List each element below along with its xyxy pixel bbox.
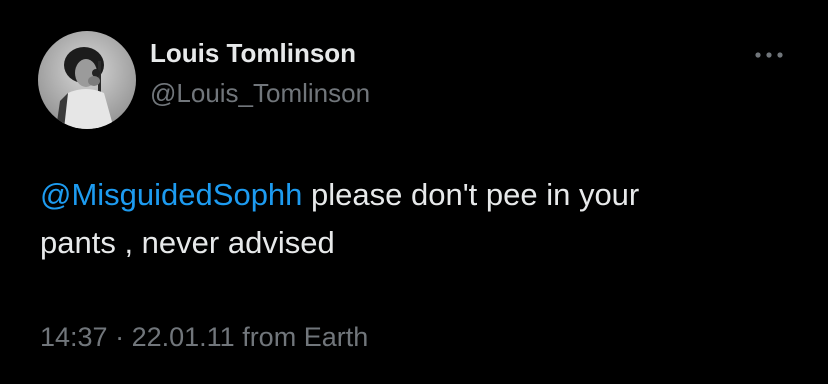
tweet-date[interactable]: 22.01.11 — [132, 322, 235, 352]
tweet-source: from Earth — [234, 322, 369, 352]
meta-separator: · — [107, 322, 132, 352]
author-display-name[interactable]: Louis Tomlinson — [150, 38, 356, 69]
avatar[interactable] — [38, 31, 136, 129]
tweet-meta: 14:37 · 22.01.11 from Earth — [40, 322, 368, 353]
tweet-text-line2: pants , never advised — [40, 225, 335, 260]
ellipsis-icon[interactable] — [752, 48, 786, 62]
tweet-time[interactable]: 14:37 — [40, 322, 108, 352]
tweet-text-line1: please don't pee in your — [302, 177, 640, 212]
tweet-card: Louis Tomlinson @Louis_Tomlinson @Misgui… — [0, 0, 828, 384]
author-handle[interactable]: @Louis_Tomlinson — [150, 78, 370, 109]
tweet-text: @MisguidedSophh please don't pee in your… — [40, 171, 800, 267]
profile-photo-icon — [38, 31, 136, 129]
mention-link[interactable]: @MisguidedSophh — [40, 177, 302, 212]
